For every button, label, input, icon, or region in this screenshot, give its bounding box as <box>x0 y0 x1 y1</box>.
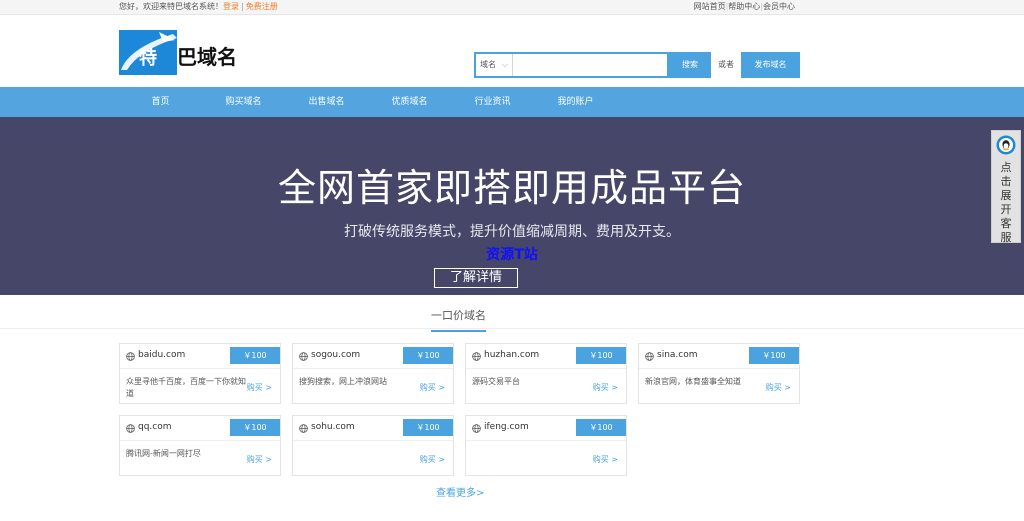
search-type-value: 域名 <box>480 60 496 69</box>
domain-name[interactable]: qq.com <box>138 422 172 432</box>
globe-icon <box>472 352 481 361</box>
nav-item-buy-domain[interactable]: 购买域名 <box>202 87 285 117</box>
site-home-link[interactable]: 网站首页 <box>694 0 726 14</box>
card-header: qq.com ￥100 <box>120 416 280 441</box>
or-text: 或者 <box>718 60 734 69</box>
domain-description: 众里寻他千百度，百度一下你就知道 <box>126 377 246 398</box>
main-nav: 首页 购买域名 出售域名 优质域名 行业资讯 我的账户 <box>0 87 1024 117</box>
view-more-link[interactable]: 查看更多> <box>436 484 484 499</box>
price-badge: ￥100 <box>576 419 626 436</box>
domain-card[interactable]: sohu.com ￥100 购买 > <box>292 415 454 476</box>
card-header: sogou.com ￥100 <box>293 344 453 369</box>
price-badge: ￥100 <box>230 347 280 364</box>
customer-service-float[interactable]: 点击展开客服 <box>991 130 1021 244</box>
price-badge: ￥100 <box>403 419 453 436</box>
login-link[interactable]: 登录 <box>223 2 239 11</box>
domain-description: 新浪官网，体育盛事全知道 <box>645 377 741 386</box>
top-links: 网站首页 | 帮助中心 | 会员中心 <box>694 0 795 14</box>
search-box: 域名 ⌵ <box>474 52 669 78</box>
card-header: sina.com ￥100 <box>639 344 799 369</box>
help-center-link[interactable]: 帮助中心 <box>728 0 760 14</box>
domain-card[interactable]: sina.com ￥100 新浪官网，体育盛事全知道 购买 > <box>638 343 800 404</box>
watermark-text: 资源T站 <box>486 247 538 263</box>
buy-link[interactable]: 购买 > <box>247 454 272 465</box>
domain-card[interactable]: qq.com ￥100 腾讯网-新闻一网打尽 购买 > <box>119 415 281 476</box>
register-link[interactable]: 免费注册 <box>246 2 278 11</box>
price-badge: ￥100 <box>749 347 799 364</box>
price-badge: ￥100 <box>576 347 626 364</box>
globe-icon <box>299 352 308 361</box>
svg-text:特: 特 <box>139 47 157 69</box>
domain-description: 腾讯网-新闻一网打尽 <box>126 449 201 458</box>
globe-icon <box>472 424 481 433</box>
learn-more-button[interactable]: 了解详情 <box>434 268 518 288</box>
price-badge: ￥100 <box>403 347 453 364</box>
domain-name[interactable]: sogou.com <box>311 350 360 360</box>
globe-icon <box>645 352 654 361</box>
buy-link[interactable]: 购买 > <box>420 382 445 393</box>
domain-card[interactable]: ifeng.com ￥100 购买 > <box>465 415 627 476</box>
nav-item-industry-news[interactable]: 行业资讯 <box>451 87 534 117</box>
globe-icon <box>126 424 135 433</box>
domain-card[interactable]: sogou.com ￥100 搜狗搜索，网上冲浪网站 购买 > <box>292 343 454 404</box>
section-title: 一口价域名 <box>431 307 486 332</box>
welcome-text: 您好，欢迎来特巴域名系统！ <box>119 2 223 11</box>
nav-item-my-account[interactable]: 我的账户 <box>534 87 617 117</box>
hero-banner: 全网首家即搭即用成品平台 打破传统服务模式，提升价值缩减周期、费用及开支。 资源… <box>0 117 1024 295</box>
domain-name[interactable]: sohu.com <box>311 422 355 432</box>
banner-subtitle: 打破传统服务模式，提升价值缩减周期、费用及开支。 <box>344 224 680 240</box>
svg-text:巴域名: 巴域名 <box>177 45 237 69</box>
customer-service-label: 点击展开客服 <box>1000 161 1012 244</box>
section-header: 一口价域名 <box>0 295 1024 332</box>
globe-icon <box>299 424 308 433</box>
card-header: ifeng.com ￥100 <box>466 416 626 441</box>
search-button[interactable]: 搜索 <box>669 52 711 78</box>
domain-card[interactable]: baidu.com ￥100 众里寻他千百度，百度一下你就知道 购买 > <box>119 343 281 404</box>
domain-name[interactable]: baidu.com <box>138 350 185 360</box>
top-bar: 您好，欢迎来特巴域名系统！登录 | 免费注册 网站首页 | 帮助中心 | 会员中心 <box>0 0 1024 15</box>
header: 特 巴域名 域名 ⌵ 搜索 或者 发布域名 <box>0 15 1024 87</box>
buy-link[interactable]: 购买 > <box>593 454 618 465</box>
qq-chat-icon <box>996 135 1016 155</box>
welcome-area: 您好，欢迎来特巴域名系统！登录 | 免费注册 <box>119 0 278 14</box>
chevron-down-icon: ⌵ <box>501 60 508 69</box>
nav-item-premium-domain[interactable]: 优质域名 <box>368 87 451 117</box>
buy-link[interactable]: 购买 > <box>420 454 445 465</box>
search-type-select[interactable]: 域名 ⌵ <box>476 54 513 76</box>
site-logo[interactable]: 特 巴域名 <box>119 30 255 75</box>
domain-name[interactable]: sina.com <box>657 350 698 360</box>
nav-item-sell-domain[interactable]: 出售域名 <box>285 87 368 117</box>
buy-link[interactable]: 购买 > <box>593 382 618 393</box>
domain-name[interactable]: ifeng.com <box>484 422 529 432</box>
publish-domain-button[interactable]: 发布域名 <box>741 52 800 78</box>
domain-description: 搜狗搜索，网上冲浪网站 <box>299 377 387 386</box>
card-header: huzhan.com ￥100 <box>466 344 626 369</box>
buy-link[interactable]: 购买 > <box>247 382 272 393</box>
domain-description: 源码交易平台 <box>472 377 520 386</box>
card-header: sohu.com ￥100 <box>293 416 453 441</box>
search-input[interactable] <box>513 54 667 76</box>
nav-item-home[interactable]: 首页 <box>119 87 202 117</box>
card-header: baidu.com ￥100 <box>120 344 280 369</box>
banner-title: 全网首家即搭即用成品平台 <box>277 166 746 210</box>
separator: | <box>241 2 244 11</box>
globe-icon <box>126 352 135 361</box>
buy-link[interactable]: 购买 > <box>766 382 791 393</box>
price-badge: ￥100 <box>230 419 280 436</box>
member-center-link[interactable]: 会员中心 <box>763 0 795 14</box>
domain-card[interactable]: huzhan.com ￥100 源码交易平台 购买 > <box>465 343 627 404</box>
domain-name[interactable]: huzhan.com <box>484 350 539 360</box>
